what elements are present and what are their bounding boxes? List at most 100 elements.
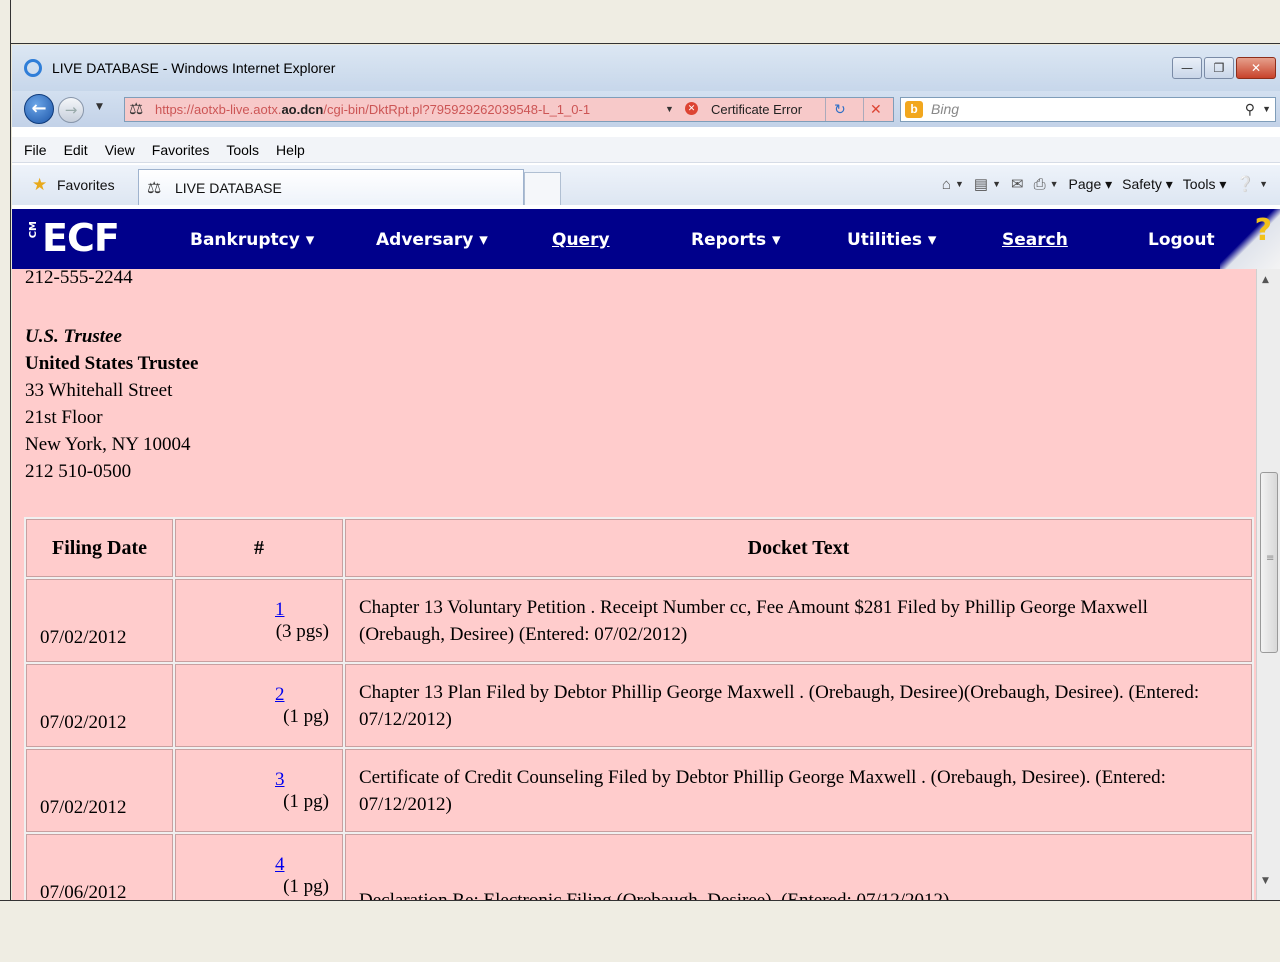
search-input[interactable]: b Bing ⚲ ▼ — [900, 97, 1276, 122]
filing-date: 07/02/2012 — [24, 577, 175, 664]
vertical-scrollbar[interactable]: ▲ ≡ ▼ — [1256, 269, 1280, 900]
feeds-icon[interactable]: ▤ — [974, 175, 988, 193]
scroll-down-arrow-icon[interactable]: ▼ — [1262, 876, 1269, 886]
docket-text: Chapter 13 Voluntary Petition . Receipt … — [343, 577, 1254, 664]
help-question-icon[interactable]: ? — [1255, 213, 1272, 248]
header-docket-text: Docket Text — [343, 517, 1254, 579]
header-number: # — [173, 517, 345, 579]
page-menu[interactable]: Page ▾ — [1069, 176, 1113, 193]
minimize-button[interactable]: — — [1172, 57, 1202, 79]
tab-live-database[interactable]: ⚖ LIVE DATABASE — [138, 169, 524, 205]
mail-icon[interactable]: ✉ — [1011, 175, 1024, 193]
search-placeholder: Bing — [931, 101, 960, 117]
grip-icon: ≡ — [1266, 553, 1275, 564]
docket-document-link[interactable]: 1 — [175, 599, 329, 621]
page-count: (1 pg) — [283, 875, 329, 897]
safety-menu[interactable]: Safety ▾ — [1122, 176, 1173, 193]
party-address-2: 21st Floor — [25, 407, 103, 428]
docket-report-content: 212-555-2244 U.S. Trustee United States … — [12, 269, 1256, 900]
docket-document-link[interactable]: 2 — [175, 684, 329, 706]
help-dropdown-icon[interactable]: ▼ — [1259, 179, 1268, 189]
docket-document-link[interactable]: 3 — [175, 769, 329, 791]
address-dropdown-icon[interactable]: ▼ — [665, 98, 674, 121]
slide-frame-top — [0, 0, 1280, 44]
command-bar: ⌂ ▼ ▤ ▼ ✉ ⎙ ▼ Page ▾ Safety ▾ Tools ▾ ❔ ▼ — [932, 175, 1268, 194]
search-dropdown-icon[interactable]: ▼ — [1262, 98, 1271, 121]
party-role: U.S. Trustee — [25, 326, 122, 347]
party-phone: 212 510-0500 — [25, 461, 132, 482]
certificate-error-label[interactable]: Certificate Error — [711, 98, 802, 121]
filing-date: 07/06/2012 — [24, 832, 175, 900]
nav-adversary[interactable]: Adversary ▾ — [376, 230, 488, 250]
title-bar: LIVE DATABASE - Windows Internet Explore… — [12, 45, 1280, 93]
filing-date: 07/02/2012 — [24, 662, 175, 749]
menu-view[interactable]: View — [105, 142, 135, 158]
party-address-1: 33 Whitehall Street — [25, 380, 173, 401]
favorites-button[interactable]: Favorites — [57, 177, 115, 193]
close-button[interactable]: ✕ — [1236, 57, 1276, 79]
ecf-logo[interactable]: ECF — [28, 216, 120, 260]
nav-logout[interactable]: Logout — [1148, 230, 1215, 250]
address-bar-row: ← → ▼ ⚖ https://aotxb-live.aotx.ao.dcn/c… — [12, 91, 1280, 127]
window-controls: — ❐ ✕ — [1170, 57, 1276, 79]
browser-window: LIVE DATABASE - Windows Internet Explore… — [12, 45, 1280, 900]
docket-number-cell: 3 (1 pg) — [173, 747, 345, 834]
docket-document-link[interactable]: 4 — [175, 854, 329, 876]
bing-logo-icon: b — [905, 101, 923, 118]
recent-pages-dropdown-icon[interactable]: ▼ — [96, 102, 103, 112]
menu-file[interactable]: File — [24, 142, 47, 158]
scrollbar-thumb[interactable]: ≡ — [1260, 472, 1278, 653]
refresh-icon[interactable]: ↻ — [825, 98, 854, 121]
feeds-dropdown-icon[interactable]: ▼ — [992, 179, 1001, 189]
site-scales-icon: ⚖ — [147, 180, 162, 197]
slide-frame-bottom — [0, 900, 1280, 962]
page-count: (1 pg) — [283, 790, 329, 812]
page-count: (1 pg) — [283, 705, 329, 727]
table-row: 07/02/2012 3 (1 pg) Certificate of Credi… — [24, 747, 1254, 834]
stop-icon[interactable]: ✕ — [863, 98, 888, 121]
restore-button[interactable]: ❐ — [1204, 57, 1234, 79]
menu-tools[interactable]: Tools — [226, 142, 259, 158]
nav-bankruptcy[interactable]: Bankruptcy ▾ — [190, 230, 314, 250]
home-dropdown-icon[interactable]: ▼ — [955, 179, 964, 189]
docket-number-cell: 2 (1 pg) — [173, 662, 345, 749]
docket-text: Chapter 13 Plan Filed by Debtor Phillip … — [343, 662, 1254, 749]
scroll-up-arrow-icon[interactable]: ▲ — [1262, 275, 1269, 285]
address-input[interactable]: ⚖ https://aotxb-live.aotx.ao.dcn/cgi-bin… — [124, 97, 894, 122]
new-tab-button[interactable] — [524, 172, 561, 205]
tab-label: LIVE DATABASE — [175, 180, 282, 196]
ecf-navigation-bar: CM ECF Bankruptcy ▾ Adversary ▾ Query Re… — [12, 209, 1280, 269]
ie-logo-icon — [24, 59, 42, 77]
menu-favorites[interactable]: Favorites — [152, 142, 210, 158]
search-icon[interactable]: ⚲ — [1245, 98, 1255, 121]
url-text: https://aotxb-live.aotx.ao.dcn/cgi-bin/D… — [155, 102, 591, 117]
back-button[interactable]: ← — [24, 94, 54, 124]
menu-edit[interactable]: Edit — [64, 142, 88, 158]
slide-frame-left — [0, 0, 11, 962]
docket-table: Filing Date # Docket Text 07/02/2012 1 (… — [24, 517, 1254, 900]
menu-bar: File Edit View Favorites Tools Help — [12, 137, 1280, 163]
tools-menu[interactable]: Tools ▾ — [1183, 176, 1227, 193]
forward-button[interactable]: → — [58, 97, 84, 123]
filing-date: 07/02/2012 — [24, 747, 175, 834]
page-count: (3 pgs) — [275, 620, 329, 642]
help-icon[interactable]: ❔ — [1236, 175, 1255, 193]
table-row: 07/02/2012 2 (1 pg) Chapter 13 Plan File… — [24, 662, 1254, 749]
print-icon[interactable]: ⎙ — [1034, 176, 1046, 193]
party-name: United States Trustee — [25, 353, 199, 374]
favorites-star-icon[interactable]: ★ — [32, 175, 47, 195]
home-icon[interactable]: ⌂ — [942, 176, 951, 193]
nav-reports[interactable]: Reports ▾ — [691, 230, 781, 250]
docket-text: Certificate of Credit Counseling Filed b… — [343, 747, 1254, 834]
docket-number-cell: 4 (1 pg) — [173, 832, 345, 900]
menu-help[interactable]: Help — [276, 142, 305, 158]
party-top-phone: 212-555-2244 — [25, 269, 133, 288]
docket-text: Declaration Re: Electronic Filing (Oreba… — [343, 832, 1254, 900]
site-scales-icon: ⚖ — [129, 101, 144, 118]
nav-search[interactable]: Search — [1002, 230, 1068, 250]
print-dropdown-icon[interactable]: ▼ — [1050, 179, 1059, 189]
window-title: LIVE DATABASE - Windows Internet Explore… — [52, 60, 336, 76]
nav-query[interactable]: Query — [552, 230, 610, 250]
nav-utilities[interactable]: Utilities ▾ — [847, 230, 936, 250]
header-filing-date: Filing Date — [24, 517, 175, 579]
